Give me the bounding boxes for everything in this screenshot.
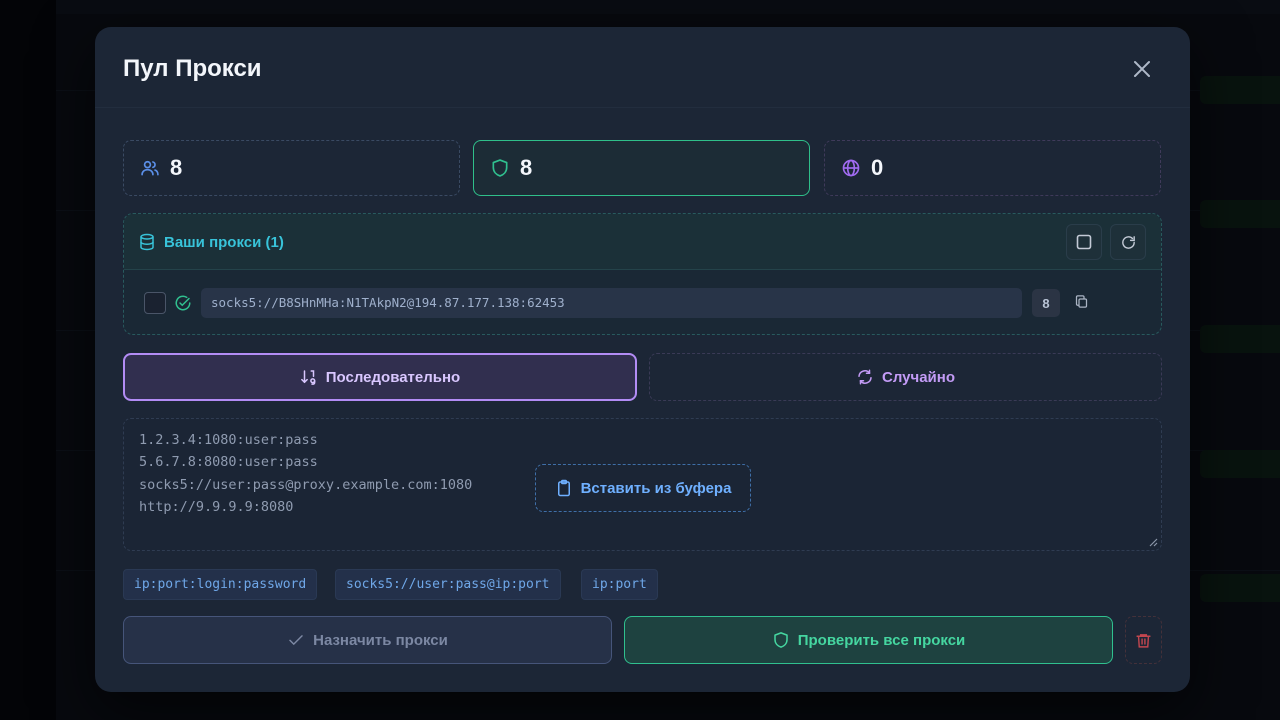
paste-label: Вставить из буфера — [580, 479, 732, 497]
stat-value: 8 — [170, 155, 183, 180]
sort-numeric-icon — [300, 370, 316, 385]
check-circle-icon — [175, 295, 191, 311]
trash-icon — [1136, 633, 1151, 648]
your-proxies-header: Ваши прокси (1) — [124, 214, 1161, 270]
placeholder-line: http://9.9.9.9:8080 — [139, 498, 294, 515]
proxy-url[interactable]: socks5://B8SHnMHa:N1TAkpN2@194.87.177.13… — [201, 288, 1022, 318]
select-all-button[interactable] — [1066, 224, 1102, 260]
stat-global-proxies: 0 — [824, 140, 1161, 196]
stat-value: 0 — [871, 155, 884, 180]
random-mode-label: Случайно — [881, 368, 955, 386]
assign-proxy-label: Назначить прокси — [313, 631, 448, 649]
proxy-pool-modal: Пул Прокси 8 8 0 Ваши прокси (1) socks5:… — [95, 27, 1190, 692]
clipboard-icon — [557, 479, 570, 497]
format-chip: socks5://user:pass@ip:port — [335, 569, 561, 600]
paste-from-clipboard-button[interactable]: Вставить из буфера — [535, 464, 751, 512]
stat-value: 8 — [520, 155, 533, 180]
check-icon — [289, 635, 303, 646]
shield-icon — [773, 632, 788, 648]
check-all-proxies-button[interactable]: Проверить все прокси — [624, 616, 1113, 664]
square-icon — [1076, 234, 1092, 250]
assign-proxy-button[interactable]: Назначить прокси — [123, 616, 612, 664]
globe-icon — [842, 159, 860, 177]
placeholder-line: 5.6.7.8:8080:user:pass — [139, 454, 318, 471]
stat-valid-proxies: 8 — [473, 140, 810, 196]
refresh-button[interactable] — [1110, 224, 1146, 260]
your-proxies-panel: Ваши прокси (1) socks5://B8SHnMHa:N1TAkp… — [123, 213, 1162, 335]
stat-total-users: 8 — [123, 140, 460, 196]
close-icon — [1134, 61, 1150, 77]
copy-icon — [1075, 295, 1088, 308]
sequential-mode-button[interactable]: Последовательно — [123, 353, 637, 401]
resize-handle-icon[interactable] — [1148, 537, 1158, 547]
delete-proxies-button[interactable] — [1125, 616, 1162, 664]
sequential-mode-label: Последовательно — [325, 368, 461, 386]
database-icon — [140, 233, 154, 251]
format-chip: ip:port:login:password — [123, 569, 318, 600]
header-divider — [95, 107, 1190, 108]
proxy-input-textarea[interactable]: 1.2.3.4:1080:user:pass 5.6.7.8:8080:user… — [123, 418, 1162, 551]
proxy-checkbox[interactable] — [144, 292, 166, 314]
textarea-placeholder: 1.2.3.4:1080:user:pass 5.6.7.8:8080:user… — [139, 429, 472, 518]
refresh-icon — [1121, 235, 1135, 249]
users-icon — [141, 160, 159, 176]
close-button[interactable] — [1130, 57, 1154, 81]
format-chip: ip:port — [581, 569, 658, 600]
check-all-proxies-label: Проверить все прокси — [797, 631, 966, 649]
shield-icon — [492, 159, 508, 177]
your-proxies-title: Ваши прокси (1) — [164, 234, 284, 251]
random-mode-button[interactable]: Случайно — [649, 353, 1162, 401]
placeholder-line: 1.2.3.4:1080:user:pass — [139, 432, 318, 448]
shuffle-refresh-icon — [858, 369, 872, 385]
proxy-usage-count: 8 — [1032, 289, 1060, 317]
proxy-list-item: socks5://B8SHnMHa:N1TAkpN2@194.87.177.13… — [124, 270, 1161, 334]
placeholder-line: socks5://user:pass@proxy.example.com:108… — [139, 476, 473, 493]
modal-title: Пул Прокси — [123, 55, 262, 82]
copy-proxy-button[interactable] — [1074, 294, 1089, 314]
